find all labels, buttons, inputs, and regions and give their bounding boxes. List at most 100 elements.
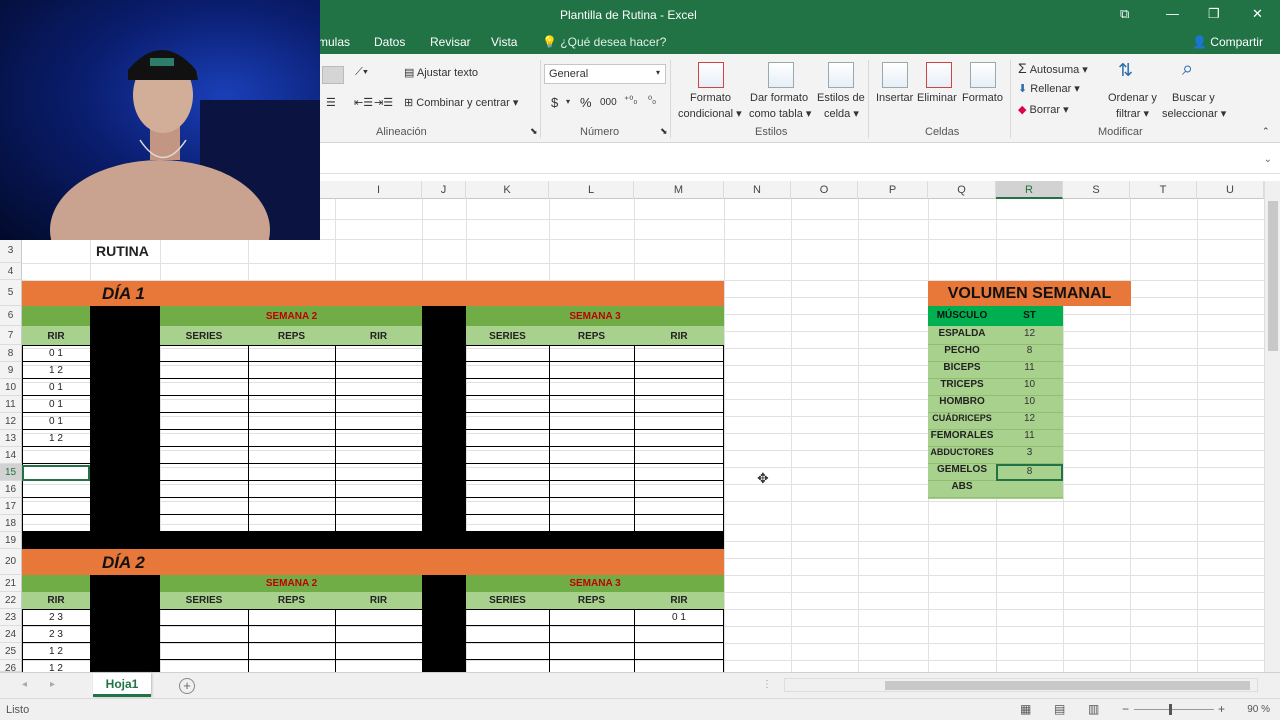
sheet-tab-hoja1[interactable]: Hoja1 bbox=[93, 673, 151, 697]
row-header[interactable]: 10 bbox=[0, 379, 22, 396]
day1-rir-value[interactable]: 0 1 bbox=[22, 348, 90, 359]
volume-muscle-cell[interactable]: BÍCEPS bbox=[928, 362, 996, 379]
day2-rir-value[interactable]: 1 2 bbox=[22, 663, 90, 672]
expand-formula-bar-icon[interactable]: ⌄ bbox=[1264, 154, 1272, 165]
row-header[interactable]: 26 bbox=[0, 660, 22, 672]
day2-rir-value[interactable]: 2 3 bbox=[22, 612, 90, 623]
delete-cells-button[interactable]: Eliminar bbox=[917, 92, 957, 104]
column-header-r[interactable]: R bbox=[996, 181, 1063, 199]
share-button[interactable]: 👤 Compartir bbox=[1192, 35, 1263, 49]
day1-rir-value[interactable]: 1 2 bbox=[22, 433, 90, 444]
decrease-indent-icon[interactable]: ⇤☰ bbox=[354, 96, 373, 109]
row-header[interactable]: 11 bbox=[0, 396, 22, 413]
row-header[interactable]: 23 bbox=[0, 609, 22, 626]
collapse-ribbon-icon[interactable]: ⌃ bbox=[1262, 126, 1270, 137]
column-header-p[interactable]: P bbox=[858, 181, 928, 199]
row-header[interactable]: 18 bbox=[0, 515, 22, 532]
tab-formulas[interactable]: mulas bbox=[318, 35, 350, 49]
row-header[interactable]: 4 bbox=[0, 263, 22, 280]
tab-revisar[interactable]: Revisar bbox=[430, 35, 471, 49]
row-header-selected[interactable]: 15 bbox=[0, 464, 22, 481]
thousands-button[interactable]: 000 bbox=[600, 97, 617, 108]
row-header[interactable]: 20 bbox=[0, 549, 22, 575]
volume-st-cell[interactable]: 12 bbox=[996, 413, 1063, 430]
day2-w3-rir-value[interactable]: 0 1 bbox=[634, 612, 724, 623]
conditional-format-button[interactable]: Formato bbox=[690, 92, 731, 104]
day1-w3-series-header[interactable]: SERIES bbox=[466, 331, 549, 342]
column-header-i[interactable]: I bbox=[336, 181, 422, 199]
tab-vista[interactable]: Vista bbox=[491, 35, 517, 49]
column-header-u[interactable]: U bbox=[1197, 181, 1264, 199]
day1-w3-reps-header[interactable]: REPS bbox=[549, 331, 634, 342]
row-header[interactable]: 12 bbox=[0, 413, 22, 430]
day1-w2-series-header[interactable]: SERIES bbox=[160, 331, 248, 342]
percent-button[interactable]: % bbox=[580, 95, 592, 110]
day2-rir-value[interactable]: 1 2 bbox=[22, 646, 90, 657]
volume-muscle-cell[interactable]: TRÍCEPS bbox=[928, 379, 996, 396]
volume-st-cell[interactable]: 10 bbox=[996, 396, 1063, 413]
day2-w2-rir-header[interactable]: RIR bbox=[335, 595, 422, 606]
zoom-slider[interactable] bbox=[1134, 709, 1214, 710]
column-header-k[interactable]: K bbox=[466, 181, 549, 199]
alignment-launcher-icon[interactable]: ⬊ bbox=[530, 126, 538, 137]
row-header[interactable]: 8 bbox=[0, 345, 22, 362]
volume-muscle-cell[interactable]: GEMELOS bbox=[928, 464, 996, 481]
tell-me-search[interactable]: 💡 ¿Qué desea hacer? bbox=[542, 35, 666, 49]
vertical-scrollbar[interactable] bbox=[1264, 181, 1280, 672]
maximize-button[interactable]: ❐ bbox=[1208, 6, 1220, 22]
find-select-button[interactable]: Buscar y bbox=[1172, 92, 1215, 104]
zoom-in-icon[interactable]: + bbox=[1218, 702, 1225, 716]
volume-title[interactable]: VOLUMEN SEMANAL bbox=[928, 281, 1131, 306]
volume-muscle-cell[interactable]: ESPALDA bbox=[928, 328, 996, 345]
column-header-t[interactable]: T bbox=[1130, 181, 1197, 199]
active-cell[interactable] bbox=[22, 465, 90, 481]
day1-rir-value[interactable]: 0 1 bbox=[22, 399, 90, 410]
clear-button[interactable]: ◆ Borrar ▾ bbox=[1018, 103, 1069, 116]
volume-st-cell[interactable]: 11 bbox=[996, 430, 1063, 447]
column-header-l[interactable]: L bbox=[549, 181, 634, 199]
column-header-q[interactable]: Q bbox=[928, 181, 996, 199]
row-header[interactable]: 24 bbox=[0, 626, 22, 643]
volume-muscle-cell[interactable]: ABDUCTORES bbox=[928, 447, 996, 464]
row-header[interactable]: 21 bbox=[0, 575, 22, 592]
scroll-thumb[interactable] bbox=[1268, 201, 1278, 351]
increase-decimal-icon[interactable]: ⁺⁰₀ bbox=[624, 95, 637, 106]
day1-week3-label[interactable]: SEMANA 3 bbox=[466, 311, 724, 322]
column-header-j[interactable]: J bbox=[422, 181, 466, 199]
autosum-button[interactable]: Σ Autosuma ▾ bbox=[1018, 60, 1088, 76]
row-header[interactable]: 25 bbox=[0, 643, 22, 660]
row-header[interactable]: 19 bbox=[0, 532, 22, 549]
volume-st-cell[interactable] bbox=[996, 481, 1063, 498]
cell-styles-button[interactable]: Estilos de bbox=[817, 92, 865, 104]
day1-rir-value[interactable]: 1 2 bbox=[22, 365, 90, 376]
format-as-table-button[interactable]: Dar formato bbox=[750, 92, 808, 104]
sort-filter-button[interactable]: Ordenar y bbox=[1108, 92, 1157, 104]
volume-muscle-header[interactable]: MÚSCULO bbox=[928, 306, 996, 326]
volume-st-cell[interactable]: 3 bbox=[996, 447, 1063, 464]
volume-st-cell[interactable]: 11 bbox=[996, 362, 1063, 379]
row-header[interactable]: 13 bbox=[0, 430, 22, 447]
row-header[interactable]: 6 bbox=[0, 306, 22, 326]
wrap-text-button[interactable]: ▤ Ajustar texto bbox=[404, 66, 478, 79]
row-header[interactable]: 14 bbox=[0, 447, 22, 464]
split-handle-icon[interactable]: ⋮ bbox=[762, 679, 772, 690]
add-sheet-icon[interactable]: + bbox=[179, 678, 195, 694]
insert-cells-button[interactable]: Insertar bbox=[876, 92, 913, 104]
day1-week2-label[interactable]: SEMANA 2 bbox=[160, 311, 423, 322]
volume-st-cell[interactable]: 10 bbox=[996, 379, 1063, 396]
zoom-slider-thumb[interactable] bbox=[1168, 704, 1172, 715]
format-cells-button[interactable]: Formato bbox=[962, 92, 1003, 104]
fill-button[interactable]: ⬇ Rellenar ▾ bbox=[1018, 82, 1080, 95]
row-header[interactable]: 22 bbox=[0, 592, 22, 609]
minimize-button[interactable]: — bbox=[1166, 6, 1179, 21]
day2-w2-reps-header[interactable]: REPS bbox=[248, 595, 335, 606]
volume-st-header[interactable]: ST bbox=[996, 306, 1063, 326]
close-button[interactable]: ✕ bbox=[1252, 6, 1263, 22]
volume-muscle-cell[interactable]: HOMBRO bbox=[928, 396, 996, 413]
day2-w3-reps-header[interactable]: REPS bbox=[549, 595, 634, 606]
align-center-icon[interactable]: ☰ bbox=[326, 96, 336, 109]
page-break-icon[interactable]: ▥ bbox=[1088, 702, 1099, 716]
align-top-button[interactable] bbox=[322, 66, 344, 84]
column-header-n[interactable]: N bbox=[724, 181, 791, 199]
day2-w3-rir-header[interactable]: RIR bbox=[634, 595, 724, 606]
